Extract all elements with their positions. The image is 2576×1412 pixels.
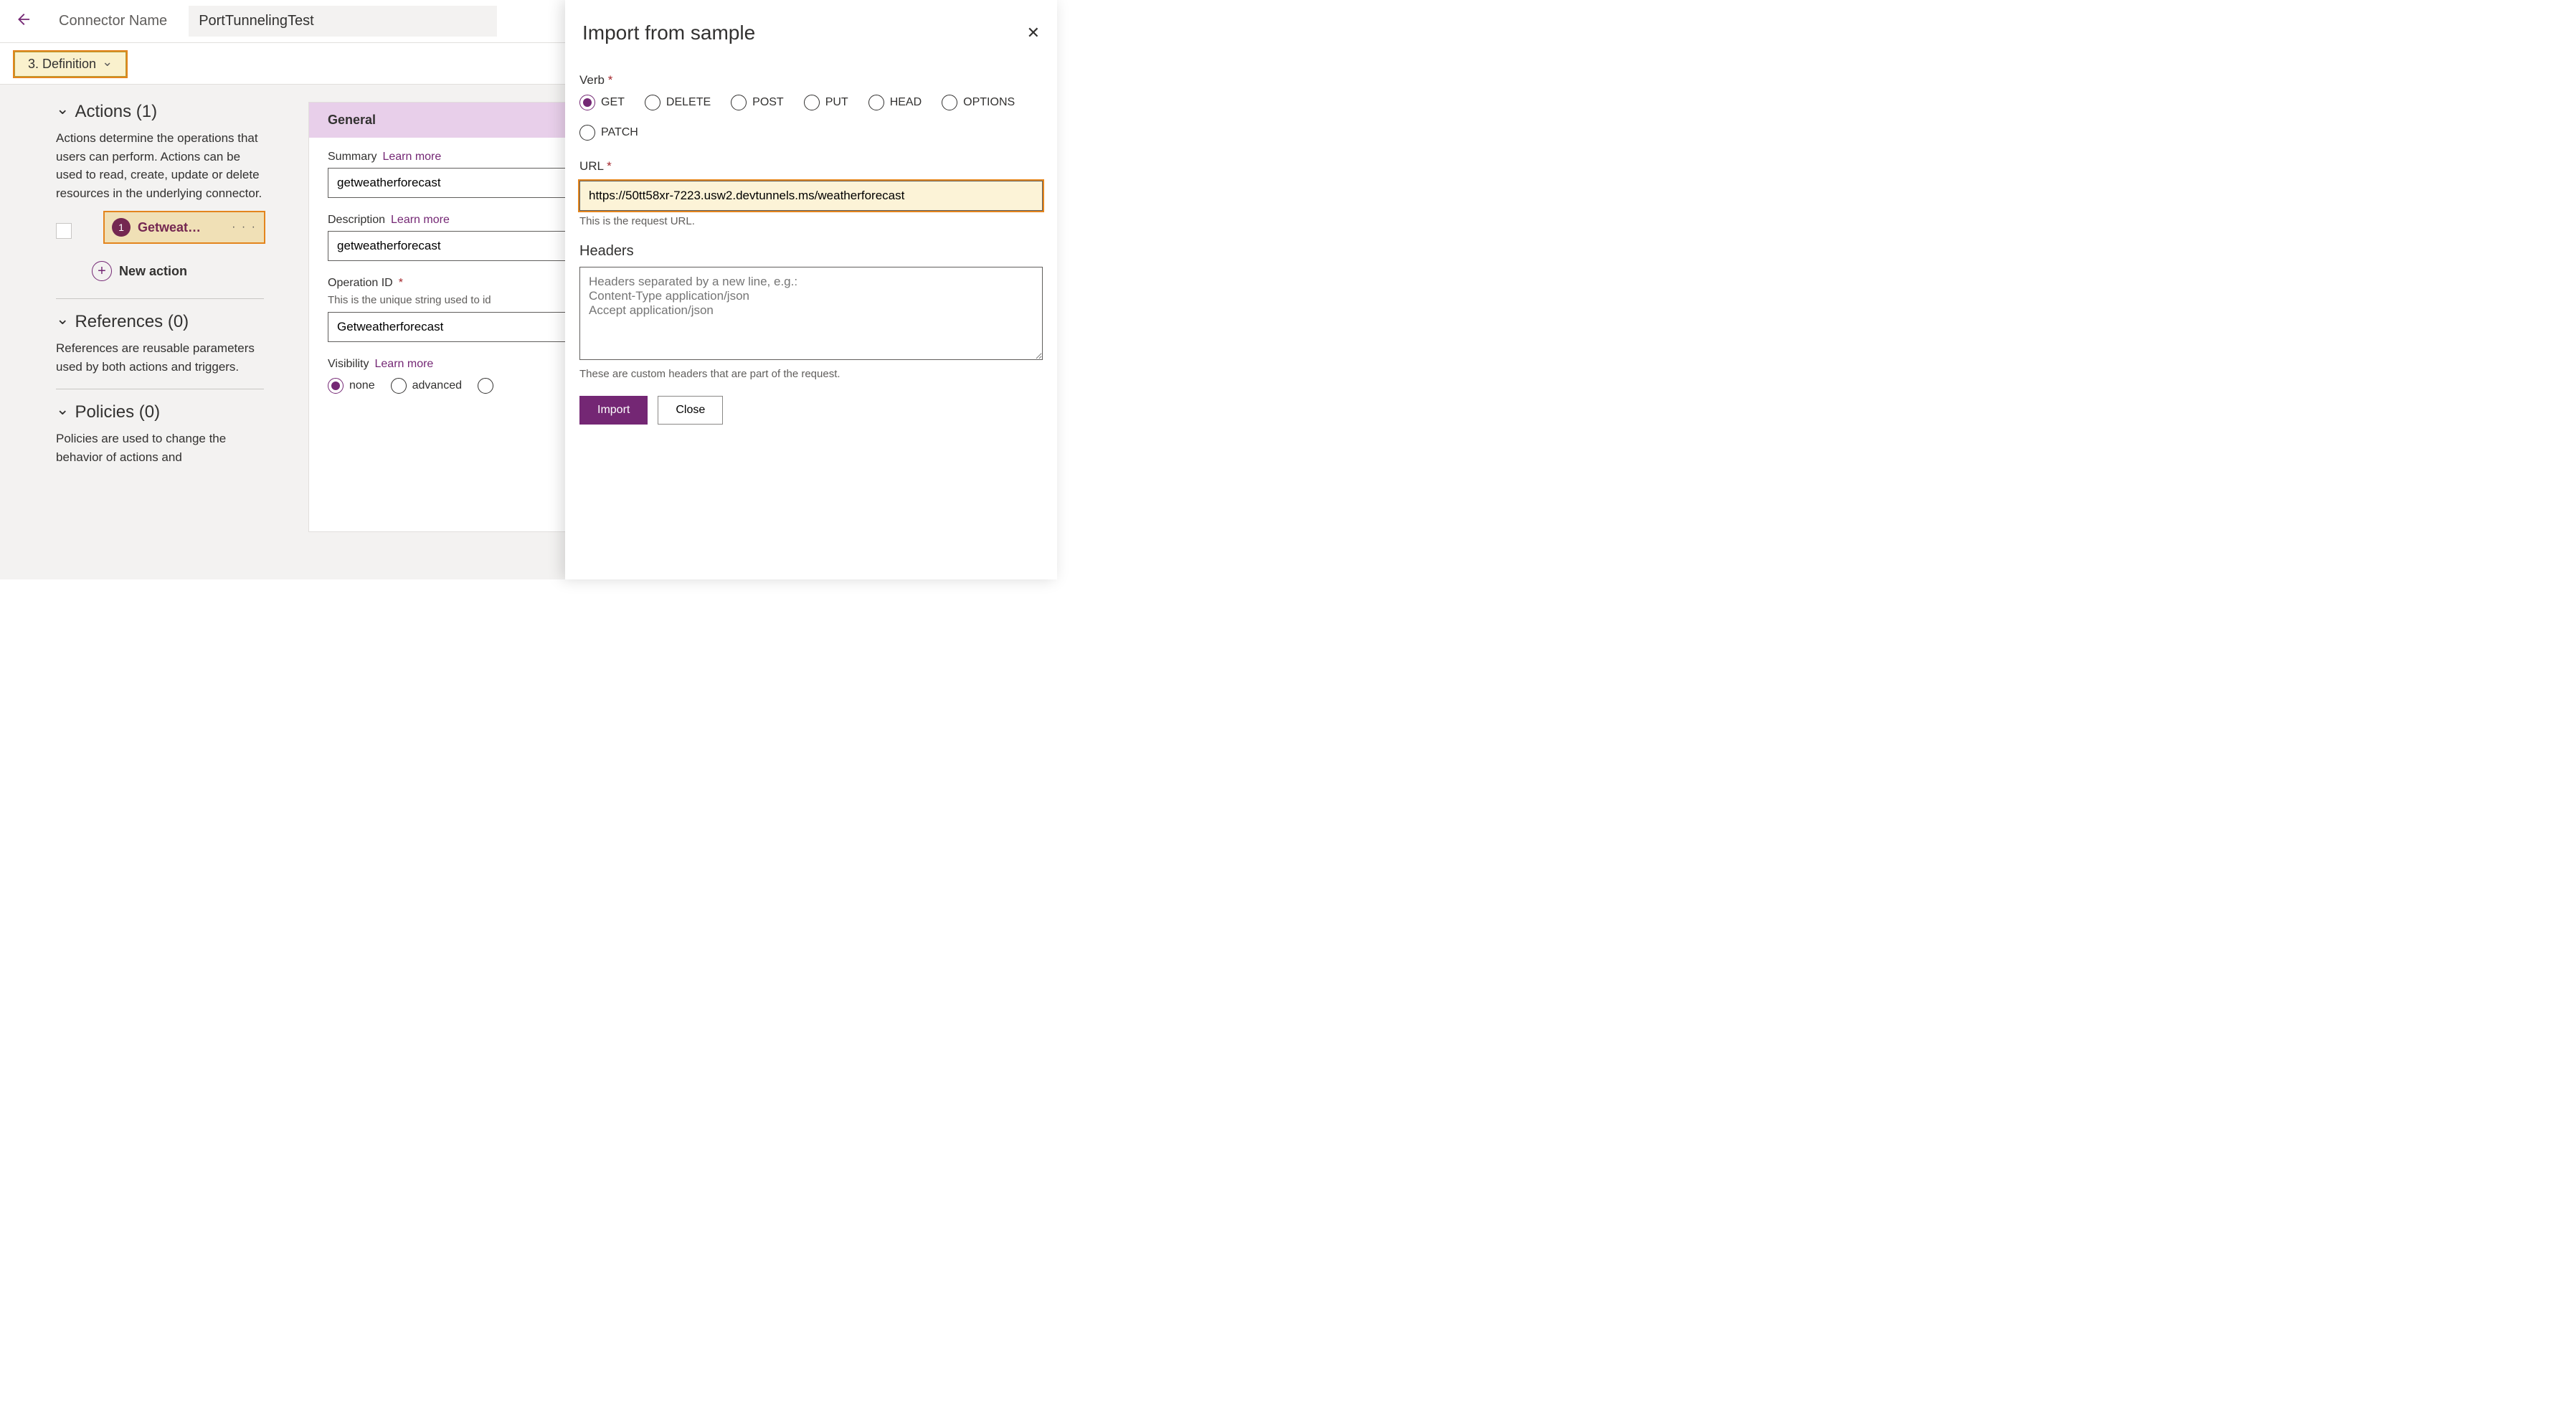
visibility-option-label: none: [349, 379, 375, 392]
verb-radio-patch[interactable]: PATCH: [579, 125, 638, 141]
more-icon[interactable]: · · ·: [232, 221, 257, 234]
radio-icon: [579, 125, 595, 141]
verb-label: HEAD: [890, 96, 922, 109]
policies-description: Policies are used to change the behavior…: [56, 430, 264, 466]
plus-icon: +: [92, 261, 112, 281]
headers-label: Headers: [579, 243, 634, 259]
references-description: References are reusable parameters used …: [56, 339, 264, 376]
verb-radio-group: GET DELETE POST PUT HEAD OPTIONS PATCH: [579, 95, 1043, 141]
required-mark: *: [607, 159, 612, 173]
action-item-getweather[interactable]: 1 Getweat… · · ·: [105, 212, 264, 242]
verb-label: PUT: [825, 96, 848, 109]
chevron-down-icon: [56, 312, 69, 332]
actions-section-header[interactable]: Actions (1): [56, 102, 264, 122]
required-mark: *: [608, 73, 613, 87]
verb-label: Verb: [579, 73, 605, 87]
divider: [56, 298, 264, 299]
summary-label: Summary: [328, 151, 377, 164]
required-mark: *: [399, 277, 403, 290]
import-button[interactable]: Import: [579, 396, 648, 425]
import-sample-panel: Import from sample ✕ Verb * GET DELETE POS…: [565, 0, 1057, 579]
visibility-label: Visibility: [328, 358, 369, 371]
visibility-radio-more[interactable]: [478, 378, 493, 394]
visibility-radio-advanced[interactable]: advanced: [391, 378, 462, 394]
url-help: This is the request URL.: [579, 215, 1043, 227]
policies-title: Policies (0): [75, 402, 160, 422]
references-section-header[interactable]: References (0): [56, 312, 264, 332]
action-number-badge: 1: [112, 218, 131, 237]
new-action-label: New action: [119, 264, 187, 279]
actions-title: Actions (1): [75, 102, 157, 122]
verb-radio-put[interactable]: PUT: [804, 95, 848, 110]
url-input[interactable]: [579, 181, 1043, 211]
verb-label: OPTIONS: [963, 96, 1015, 109]
action-label: Getweat…: [138, 220, 224, 235]
operation-id-label: Operation ID: [328, 277, 393, 290]
back-icon[interactable]: [14, 11, 30, 31]
verb-radio-post[interactable]: POST: [731, 95, 784, 110]
new-action-button[interactable]: + New action: [85, 257, 264, 285]
step-definition-pill[interactable]: 3. Definition: [14, 52, 126, 77]
chevron-down-icon: [56, 402, 69, 422]
action-checkbox[interactable]: [56, 223, 72, 239]
left-column: Actions (1) Actions determine the operat…: [0, 85, 287, 579]
verb-label: POST: [752, 96, 784, 109]
summary-learn-more-link[interactable]: Learn more: [382, 151, 441, 164]
description-label: Description: [328, 214, 385, 227]
visibility-radio-none[interactable]: none: [328, 378, 375, 394]
radio-icon: [942, 95, 957, 110]
headers-textarea[interactable]: [579, 267, 1043, 360]
verb-label: DELETE: [666, 96, 711, 109]
radio-icon: [868, 95, 884, 110]
panel-title: Import from sample: [582, 22, 755, 44]
verb-radio-get[interactable]: GET: [579, 95, 625, 110]
step-label: 3. Definition: [28, 57, 96, 72]
url-label: URL: [579, 159, 603, 173]
visibility-learn-more-link[interactable]: Learn more: [375, 358, 434, 371]
references-title: References (0): [75, 312, 189, 332]
actions-description: Actions determine the operations that us…: [56, 129, 264, 202]
verb-radio-head[interactable]: HEAD: [868, 95, 922, 110]
close-button[interactable]: Close: [658, 396, 723, 425]
radio-icon: [731, 95, 747, 110]
verb-label: PATCH: [601, 126, 638, 139]
chevron-down-icon: [102, 57, 113, 72]
radio-icon: [328, 378, 344, 394]
verb-radio-delete[interactable]: DELETE: [645, 95, 711, 110]
verb-radio-options[interactable]: OPTIONS: [942, 95, 1015, 110]
description-learn-more-link[interactable]: Learn more: [391, 214, 450, 227]
headers-help: These are custom headers that are part o…: [579, 368, 1043, 380]
radio-icon: [804, 95, 820, 110]
radio-icon: [579, 95, 595, 110]
close-icon[interactable]: ✕: [1027, 24, 1040, 42]
radio-icon: [391, 378, 407, 394]
connector-name-label: Connector Name: [59, 13, 167, 29]
verb-label: GET: [601, 96, 625, 109]
radio-icon: [645, 95, 660, 110]
radio-icon: [478, 378, 493, 394]
connector-name-input[interactable]: [189, 6, 497, 37]
chevron-down-icon: [56, 102, 69, 122]
visibility-option-label: advanced: [412, 379, 462, 392]
policies-section-header[interactable]: Policies (0): [56, 402, 264, 422]
